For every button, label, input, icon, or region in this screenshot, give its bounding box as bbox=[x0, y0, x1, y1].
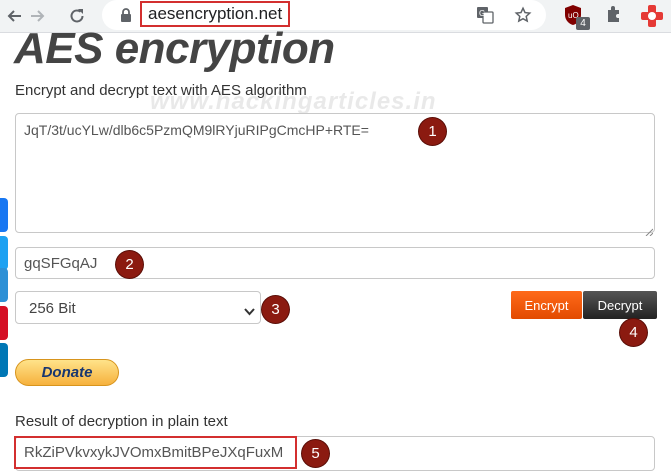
chevron-down-icon bbox=[244, 303, 255, 321]
extension-badge: 4 bbox=[576, 17, 590, 30]
step-marker-5: 5 bbox=[302, 440, 329, 467]
text-input[interactable]: JqT/3t/ucYLw/dlb6c5PzmQM9lRYjuRIPgCmcHP+… bbox=[15, 113, 655, 233]
watermark: www.hackingarticles.in bbox=[150, 88, 437, 115]
result-value: RkZiPVkvxykJVOmxBmitBPeJXqFuxM bbox=[14, 436, 297, 469]
key-size-select[interactable]: 256 Bit bbox=[15, 291, 261, 324]
step-marker-3: 3 bbox=[262, 296, 289, 323]
key-size-value: 256 Bit bbox=[29, 300, 76, 317]
translate-icon[interactable]: G bbox=[474, 4, 496, 26]
pinterest-share-icon[interactable] bbox=[0, 306, 8, 340]
key-input[interactable] bbox=[15, 247, 655, 279]
profile-extension-icon[interactable] bbox=[640, 4, 664, 33]
page-title: AES encryption bbox=[14, 24, 335, 73]
encrypt-button[interactable]: Encrypt bbox=[511, 291, 582, 319]
twitter-share-icon[interactable] bbox=[0, 236, 8, 270]
star-icon[interactable] bbox=[512, 4, 534, 26]
linkedin-share-icon[interactable] bbox=[0, 343, 8, 377]
puzzle-icon[interactable] bbox=[605, 4, 625, 29]
result-label: Result of decryption in plain text bbox=[15, 413, 228, 430]
facebook-share-icon[interactable] bbox=[0, 198, 8, 232]
svg-text:G: G bbox=[479, 9, 485, 18]
resize-grip-icon[interactable] bbox=[645, 223, 654, 241]
donate-button[interactable]: Donate bbox=[15, 359, 119, 386]
step-marker-4: 4 bbox=[620, 319, 647, 346]
social-share-icon[interactable] bbox=[0, 268, 8, 302]
step-marker-1: 1 bbox=[419, 118, 446, 145]
step-marker-2: 2 bbox=[116, 251, 143, 278]
decrypt-button[interactable]: Decrypt bbox=[583, 291, 657, 319]
